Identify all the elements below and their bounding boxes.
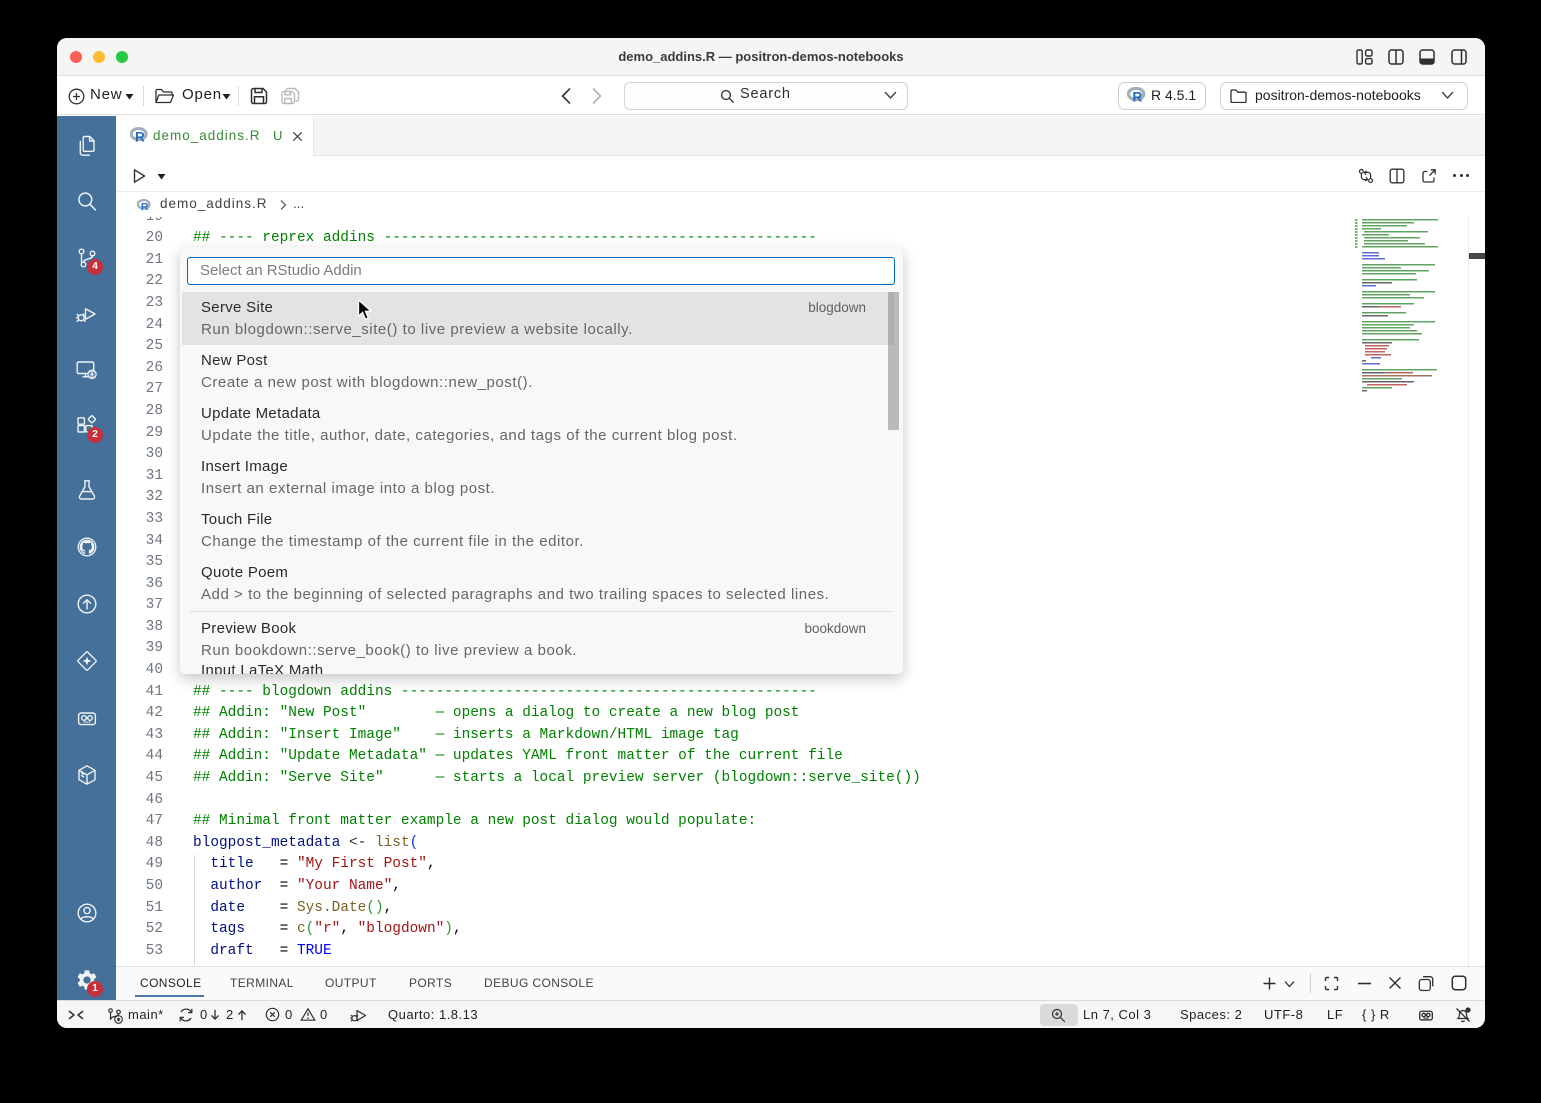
svg-text:R: R <box>1132 89 1142 104</box>
svg-text:R: R <box>141 201 149 212</box>
svg-text:R: R <box>135 130 145 145</box>
